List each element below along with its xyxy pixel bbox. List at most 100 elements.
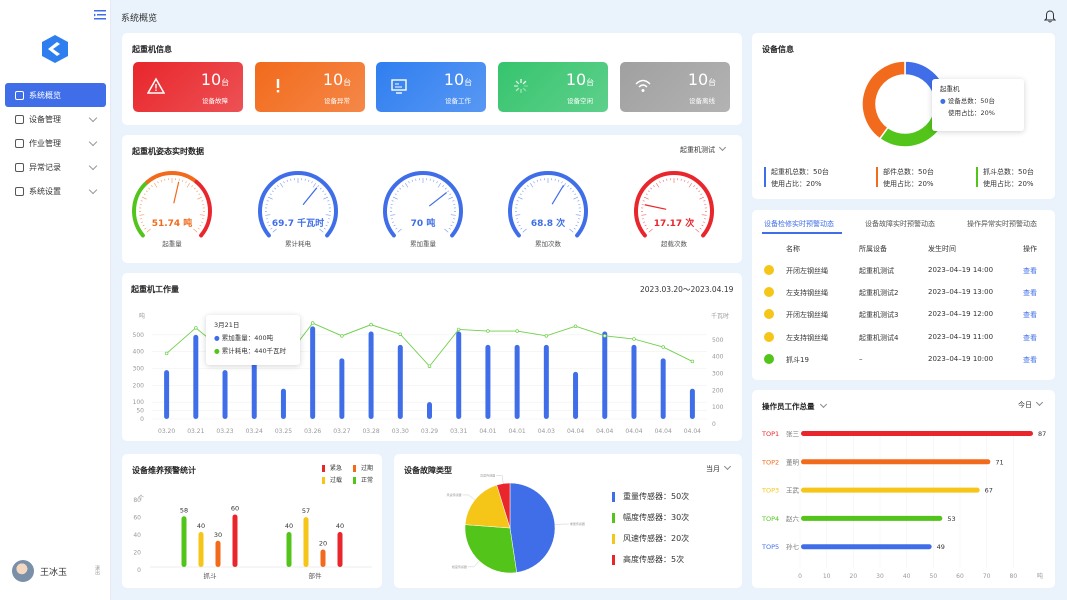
y-right-unit: 千瓦时 — [711, 312, 729, 320]
view-link[interactable]: 查看 — [1023, 355, 1037, 365]
gauge-tick — [405, 183, 409, 188]
gauge-tick — [140, 221, 144, 223]
sidebar-item-4[interactable]: 系统设置 — [5, 179, 106, 203]
bar — [310, 326, 316, 419]
bar — [573, 371, 579, 419]
gauge-tick — [442, 185, 445, 188]
bell-icon[interactable] — [1044, 10, 1056, 23]
y-left-unit: 吨 — [139, 312, 145, 320]
view-link[interactable]: 查看 — [1023, 333, 1037, 343]
rank-value: 87 — [1038, 430, 1046, 438]
x-tick-label: 04.04 — [567, 428, 584, 435]
rank-label: TOP3 — [761, 487, 779, 495]
monitor-icon — [391, 79, 407, 94]
warning-triangle-icon — [147, 77, 165, 94]
tile-label: 设备工作 — [445, 97, 471, 105]
gauge-tick — [391, 221, 395, 223]
gauge-tick — [322, 190, 325, 193]
device-tooltip-line1: ● 设备总数：50台 — [940, 97, 996, 105]
y-right-tick: 100 — [712, 404, 724, 411]
x-tick-label: 04.01 — [509, 428, 526, 435]
gauge-tick — [186, 183, 190, 188]
bar — [222, 370, 228, 419]
bar — [543, 344, 549, 419]
gauge-tick — [567, 185, 570, 188]
gauge-tick — [399, 187, 402, 190]
line-point — [369, 322, 373, 327]
device-tooltip: 起重机 ● 设备总数：50台 使用占比：20% — [932, 79, 1024, 131]
y-right-tick: 0 — [712, 421, 716, 428]
view-link[interactable]: 查看 — [1023, 266, 1037, 276]
sidebar: 系统概览 设备管理 作业管理 异常记录 系统设置 王冰玉 退出 — [0, 0, 111, 600]
status-tile-0[interactable]: 10台 设备故障 — [133, 62, 243, 112]
alert-time: 2023–04–19 10:00 — [928, 354, 994, 363]
alert-name: 开闭左钢丝绳 — [786, 267, 828, 275]
fault-legend-item: 高度传感器：5次 — [612, 554, 684, 565]
gauge-tick — [572, 190, 575, 193]
gauge-tick — [200, 221, 204, 223]
alert-tab-2[interactable]: 操作异常实时预警动态 — [967, 219, 1037, 229]
gauge-tick — [693, 185, 696, 188]
gauge-tick — [536, 179, 538, 182]
gauge-tick — [317, 185, 320, 188]
gauge-needle — [173, 181, 180, 204]
rank-value: 49 — [937, 543, 945, 551]
y-right-tick: 500 — [712, 337, 724, 344]
gauge-tick — [324, 193, 327, 196]
x-tick-label: 04.04 — [655, 428, 672, 435]
alert-name: 开闭左钢丝绳 — [786, 311, 828, 320]
rank-label: TOP1 — [761, 430, 779, 438]
y-tick: 20 — [133, 550, 141, 557]
gauge-tick — [659, 181, 661, 184]
gauge-tick — [645, 193, 648, 196]
gauge-1: 69.7 千瓦时累计耗电 — [258, 171, 338, 248]
sidebar-item-3[interactable]: 异常记录 — [5, 155, 106, 179]
posture-card: 起重机姿态实时数据 起重机测试 51.74 吨起重量 69.7 千瓦时 累计耗电 70… — [122, 135, 742, 263]
gauge-tick — [522, 228, 527, 233]
rank-bar — [801, 544, 932, 550]
workload-card: 起重机工作量 2023.03.20～2023.04.19 吨 0 50 100 200 3… — [122, 273, 742, 441]
gauge-tick — [526, 185, 529, 188]
user-profile[interactable]: 王冰玉 — [12, 560, 67, 582]
bar — [485, 344, 491, 419]
gauge-2: 70 吨累加重量 — [383, 171, 463, 248]
alert-tab-0[interactable]: 设备检修实时预警动态 — [764, 219, 834, 229]
line-point — [690, 359, 695, 364]
app-logo — [42, 35, 68, 63]
gauge-value: 68.8 次 — [531, 217, 565, 229]
workload-tooltip: 3月21日 ● 累加重量：400吨 ● 累计耗电：440千瓦时 — [206, 315, 300, 365]
status-tile-1[interactable]: 10台 设备异常 — [255, 62, 365, 112]
chevron-down-icon — [88, 137, 98, 147]
bar-value: 57 — [302, 507, 310, 515]
gauge-needle — [428, 192, 448, 207]
view-link[interactable]: 查看 — [1023, 310, 1037, 320]
gauge-tick — [196, 190, 199, 193]
status-tile-3[interactable]: 10台 设备空闲 — [498, 62, 608, 112]
view-link[interactable]: 查看 — [1023, 288, 1037, 298]
status-tile-4[interactable]: 10台 设备离线 — [620, 62, 730, 112]
alert-tab-1[interactable]: 设备故障实时预警动态 — [865, 219, 935, 229]
fault-legend-item: 重量传感器：50次 — [612, 491, 689, 502]
status-tile-2[interactable]: 10台 设备工作 — [376, 62, 486, 112]
gauge-tick — [154, 183, 158, 188]
gauge-tick — [157, 181, 159, 184]
operators-card: 操作员工作总量 今日 0 10 20 30 40 50 60 70 80 吨 TOP1 张三 87 TOP… — [752, 390, 1055, 588]
crane-info-card: 起重机信息 10台 设备故障 10台 设备异常 10台 设备工作 10台 设备空闲 10台 设备离… — [122, 33, 742, 125]
period-dropdown[interactable]: 当月 — [706, 462, 732, 474]
chevron-down-icon — [88, 113, 98, 123]
menu-collapse-icon[interactable] — [94, 9, 106, 21]
table-row: 左支持钢丝绳 起重机测试2 2023–04–19 13:00 查看 — [752, 287, 1055, 306]
gauge-tick — [699, 196, 705, 200]
gauge-tick — [558, 179, 560, 182]
sidebar-item-2[interactable]: 作业管理 — [5, 131, 106, 155]
rank-label: TOP2 — [761, 458, 779, 466]
sidebar-item-0[interactable]: 系统概览 — [5, 83, 106, 107]
logout-button[interactable]: 退出 — [94, 565, 101, 575]
rank-value: 67 — [985, 487, 993, 495]
page-title: 系统概览 — [121, 14, 158, 24]
top-bar: 系统概览 — [111, 0, 1067, 32]
device-icon — [15, 114, 24, 124]
gauge-tick — [450, 224, 453, 227]
line-point — [194, 326, 198, 330]
sidebar-item-1[interactable]: 设备管理 — [5, 107, 106, 131]
